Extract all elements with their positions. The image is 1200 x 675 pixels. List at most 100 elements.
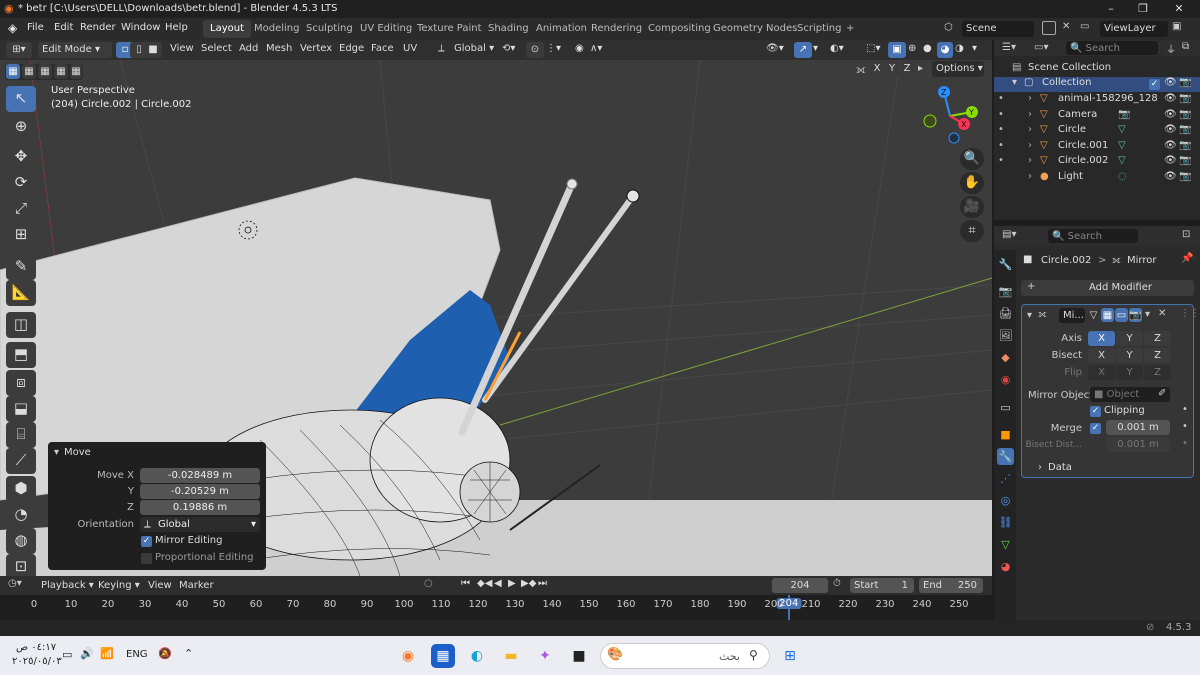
rotate-tool[interactable]: ⟳ xyxy=(6,170,36,196)
prev-keyframe-icon[interactable]: ◆◀ xyxy=(477,578,492,589)
blender-app-icon[interactable]: ◉ xyxy=(396,644,420,668)
outliner-item[interactable]: › ● Light ◌ 👁 📷 xyxy=(994,171,1200,186)
tab-rendering[interactable]: Rendering xyxy=(584,20,649,38)
rendered-shading-icon[interactable]: ◑ xyxy=(955,43,964,58)
properties-search[interactable]: 🔍 Search xyxy=(1048,229,1138,243)
visibility-toggle-icon[interactable]: 👁 xyxy=(1164,93,1177,104)
editmode-toggle-icon[interactable]: ▦ xyxy=(1101,308,1114,322)
store-app-icon[interactable]: ▦ xyxy=(431,644,455,668)
visibility-toggle-icon[interactable]: 👁 xyxy=(1164,155,1177,166)
outliner-item[interactable]: • › ▽ Circle.002 ▽ 👁 📷 xyxy=(994,155,1200,170)
outliner-item[interactable]: • › ▽ Circle.001 ▽ 👁 📷 xyxy=(994,140,1200,155)
solid-shading-icon[interactable]: ● xyxy=(923,43,932,58)
move-z-field[interactable]: 0.19886 m xyxy=(140,500,260,515)
render-toggle-icon[interactable]: 📷 xyxy=(1129,308,1142,322)
minimize-button[interactable]: – xyxy=(1098,2,1124,16)
modifier-collapse-icon[interactable]: ▾ xyxy=(1027,310,1032,321)
visibility-toggle-icon[interactable]: 👁 xyxy=(1164,124,1177,135)
edge-app-icon[interactable]: ◐ xyxy=(465,644,489,668)
collection-tab-icon[interactable]: ▭ xyxy=(997,399,1014,416)
menu-add[interactable]: Add xyxy=(239,43,258,58)
menu-edge[interactable]: Edge xyxy=(339,43,364,58)
play-icon[interactable]: ▶ xyxy=(508,578,516,589)
outliner-editor-icon[interactable]: ☰▾ xyxy=(1002,42,1016,53)
collection-row[interactable]: ▾ ▢ Collection ✓ 👁 📷 xyxy=(994,77,1200,92)
bisect-distance-field[interactable]: 0.001 m xyxy=(1106,437,1170,452)
render-toggle-icon[interactable]: 📷 xyxy=(1179,155,1191,166)
maximize-button[interactable]: ❐ xyxy=(1130,2,1156,16)
jump-start-icon[interactable]: ⏮ xyxy=(461,578,470,589)
start-frame-field[interactable]: Start 1 xyxy=(850,578,914,593)
clock-time[interactable]: ٠٤:١٧ ص xyxy=(16,642,56,653)
record-icon[interactable]: ○ xyxy=(424,578,433,589)
mesh-symmetry-icon[interactable]: ▸ xyxy=(918,63,923,74)
expand-chevron-icon[interactable]: › xyxy=(1028,171,1032,182)
delete-scene-icon[interactable]: ✕ xyxy=(1062,21,1070,32)
new-collection-icon[interactable]: ⧉ xyxy=(1182,41,1189,52)
select-new-icon[interactable]: ▦ xyxy=(6,64,20,79)
flip-z-toggle[interactable]: Z xyxy=(1144,365,1171,380)
add-workspace-button[interactable]: + xyxy=(839,20,861,38)
flip-y-toggle[interactable]: Y xyxy=(1116,365,1143,380)
preview-range-icon[interactable]: ⏱ xyxy=(833,578,841,589)
view-layer-tab-icon[interactable]: 🖼 xyxy=(997,327,1014,344)
menu-vertex[interactable]: Vertex xyxy=(300,43,332,58)
clipping-keyframe-icon[interactable]: • xyxy=(1182,404,1188,415)
render-toggle-icon[interactable]: 📷 xyxy=(1179,93,1191,104)
render-toggle-icon[interactable]: 📷 xyxy=(1179,124,1191,135)
timeline-marker-menu[interactable]: Marker xyxy=(179,580,214,591)
overlays-icon[interactable]: ◐▾ xyxy=(830,43,844,58)
start-menu-icon[interactable]: ⊞ xyxy=(778,644,802,668)
transform-orientation-dropdown[interactable]: Global ▾ xyxy=(454,43,494,58)
timeline-editor-icon[interactable]: ◷▾ xyxy=(8,578,22,589)
add-cube-tool[interactable]: ◫ xyxy=(6,312,36,338)
menu-render[interactable]: Render xyxy=(80,22,116,33)
merge-checkbox[interactable]: ✓ xyxy=(1090,423,1101,434)
taskbar-search[interactable]: 🎨 بحث ⚲ xyxy=(600,643,770,669)
current-frame-field[interactable]: 204 xyxy=(772,578,828,593)
scene-selector[interactable]: Scene xyxy=(962,21,1034,37)
modifier-menu-icon[interactable]: ▾ xyxy=(1145,309,1150,320)
zoom-icon[interactable]: 🔍 xyxy=(960,148,984,170)
smooth-tool[interactable]: ◍ xyxy=(6,528,36,554)
outliner-item[interactable]: • › ▽ Circle ▽ 👁 📷 xyxy=(994,124,1200,139)
mesh-overlays-icon[interactable]: ⬚▾ xyxy=(866,43,880,58)
select-extend-icon[interactable]: ▦ xyxy=(22,64,36,79)
battery-icon[interactable]: ▭ xyxy=(62,648,72,661)
expand-chevron-icon[interactable]: › xyxy=(1028,93,1032,104)
menu-uv[interactable]: UV xyxy=(403,43,417,58)
clock-date[interactable]: ٢٠٢٥/٠٥/٠٣ xyxy=(12,656,62,667)
loop-cut-tool[interactable]: ⌸ xyxy=(6,422,36,448)
axis-x-toggle[interactable]: X xyxy=(1088,331,1115,346)
menu-help[interactable]: Help xyxy=(165,22,188,33)
render-tab-icon[interactable]: 📷 xyxy=(997,283,1014,300)
scene-collection-row[interactable]: ▤ Scene Collection xyxy=(994,62,1200,77)
collection-checkbox[interactable]: ✓ xyxy=(1149,79,1160,90)
properties-options-icon[interactable]: ⊡ xyxy=(1182,229,1190,240)
menu-edit[interactable]: Edit xyxy=(54,22,73,33)
shading-dropdown-icon[interactable]: ▾ xyxy=(972,43,977,58)
timeline-keying-menu[interactable]: Keying ▾ xyxy=(98,580,140,591)
timeline-playback-menu[interactable]: Playback ▾ xyxy=(41,580,94,591)
collection-visibility-icon[interactable]: 👁 xyxy=(1164,77,1177,88)
viewport-toggle-icon[interactable]: ▭ xyxy=(1115,308,1128,322)
expand-chevron-icon[interactable]: › xyxy=(1028,140,1032,151)
language-indicator[interactable]: ENG xyxy=(126,649,148,660)
material-shading-icon[interactable]: ◕ xyxy=(937,42,953,58)
outliner-search[interactable]: 🔍 Search xyxy=(1066,41,1158,55)
select-intersect-icon[interactable]: ▦ xyxy=(70,64,82,79)
collapse-chevron-icon[interactable]: ▾ xyxy=(54,447,59,458)
expand-chevron-icon[interactable]: › xyxy=(1028,124,1032,135)
tab-sculpting[interactable]: Sculpting xyxy=(299,20,360,38)
tool-tab-icon[interactable]: 🔧 xyxy=(997,256,1014,273)
add-modifier-button[interactable]: + Add Modifier xyxy=(1021,280,1194,296)
explorer-app-icon[interactable]: ▬ xyxy=(499,644,523,668)
wifi-icon[interactable]: 📶 xyxy=(100,647,114,660)
poly-build-tool[interactable]: ⬢ xyxy=(6,476,36,502)
filter-icon[interactable]: ⏚ xyxy=(1166,41,1176,56)
close-button[interactable]: ✕ xyxy=(1166,2,1192,16)
snap-icon[interactable]: ⊙ xyxy=(526,42,544,58)
data-expand-icon[interactable]: › xyxy=(1038,462,1042,473)
flip-x-toggle[interactable]: X xyxy=(1088,365,1115,380)
wireframe-shading-icon[interactable]: ⊕ xyxy=(908,43,916,58)
